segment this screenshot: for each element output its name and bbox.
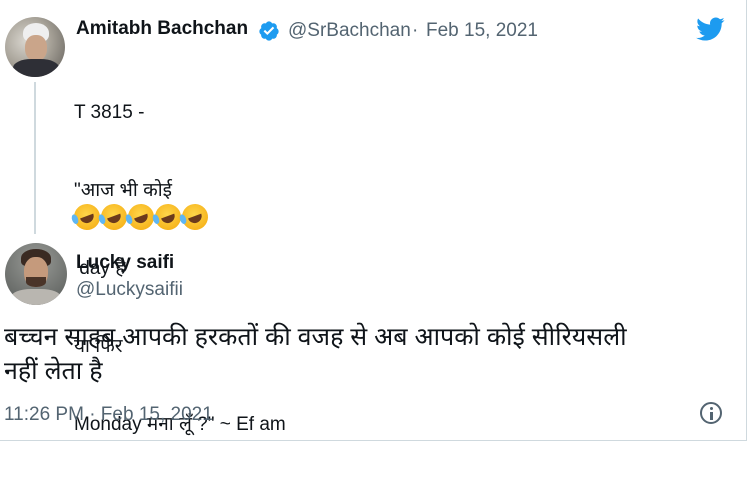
tweet-date[interactable]: Feb 15, 2021 xyxy=(426,20,538,42)
rolling-laughing-emoji-icon xyxy=(178,200,212,234)
verified-badge-icon xyxy=(259,21,279,41)
info-icon[interactable] xyxy=(700,402,722,424)
avatar[interactable] xyxy=(5,17,65,77)
thread-connector-line xyxy=(34,82,36,234)
tweet-text-line: T 3815 - xyxy=(74,102,145,123)
emoji-row xyxy=(70,200,212,234)
reply-author-handle[interactable]: @Luckysaifii xyxy=(76,279,183,301)
author-display-name[interactable]: Amitabh Bachchan xyxy=(76,18,248,40)
twitter-bird-icon[interactable] xyxy=(694,14,726,44)
tweet-card: Amitabh Bachchan @SrBachchan · Feb 15, 2… xyxy=(0,0,747,441)
author-handle[interactable]: @SrBachchan xyxy=(288,20,411,42)
meta-separator: · xyxy=(412,20,419,41)
tweet-timestamp[interactable]: 11:26 PM · Feb 15, 2021 xyxy=(4,404,213,426)
reply-author-display-name[interactable]: Lucky saifi xyxy=(76,252,174,274)
avatar[interactable] xyxy=(5,243,67,305)
reply-tweet-text: बच्चन साहब आपकी हरकतों की वजह से अब आपको… xyxy=(4,323,627,385)
tweet-text-line: "आज भी कोई xyxy=(74,180,172,201)
